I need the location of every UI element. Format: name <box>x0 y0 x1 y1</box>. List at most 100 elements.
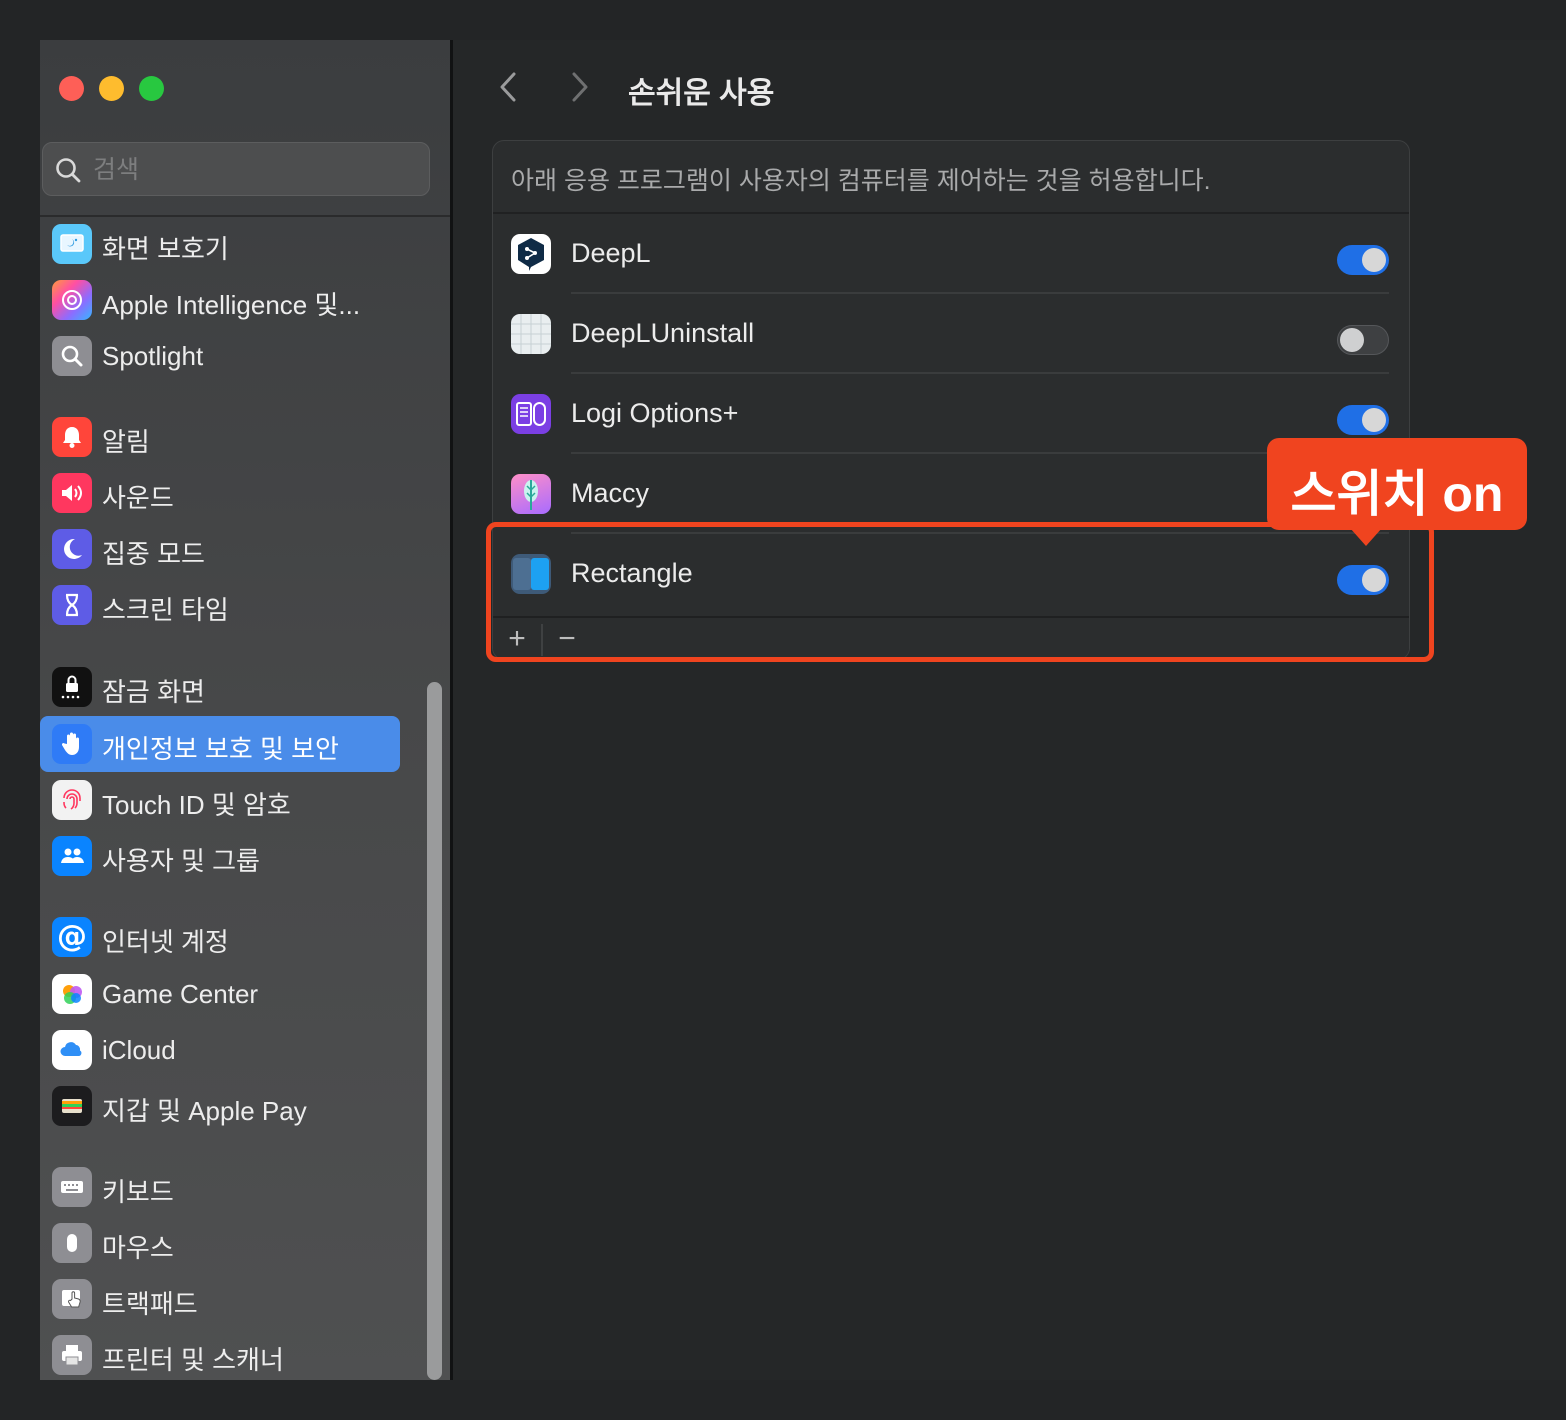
sidebar-item-label: 사운드 <box>102 483 174 513</box>
trackpad-icon <box>52 1279 92 1319</box>
minimize-window-button[interactable] <box>99 76 124 101</box>
sidebar-item-printers-scanners[interactable]: 프린터 및 스캐너 <box>40 1327 400 1380</box>
footer-divider <box>541 624 543 656</box>
toggle-knob <box>1340 328 1364 352</box>
sidebar-item-game-center[interactable]: Game Center <box>40 966 400 1022</box>
rectangle-icon <box>511 554 551 594</box>
logi-options-icon <box>511 394 551 434</box>
toggle-knob <box>1362 408 1386 432</box>
sidebar-item-lock-screen[interactable]: 잠금 화면 <box>40 659 400 715</box>
moon-icon <box>52 529 92 569</box>
toggle-knob <box>1362 248 1386 272</box>
app-name: Rectangle <box>571 558 693 588</box>
close-window-button[interactable] <box>59 76 84 101</box>
search-input[interactable] <box>91 151 415 189</box>
sidebar-item-label: 화면 보호기 <box>102 234 229 264</box>
sidebar-item-label: 스크린 타임 <box>102 595 229 625</box>
rectangle-toggle[interactable] <box>1337 565 1389 595</box>
sidebar-item-sound[interactable]: 사운드 <box>40 465 400 521</box>
chevron-left-icon[interactable] <box>494 70 524 104</box>
sidebar-item-label: Apple Intelligence 및... <box>102 290 361 320</box>
sidebar-item-screen-time[interactable]: 스크린 타임 <box>40 577 400 633</box>
sidebar: 화면 보호기 Apple Intelligence 및... Spotlight… <box>40 40 450 1380</box>
cloud-icon <box>52 1030 92 1070</box>
wallet-icon <box>52 1086 92 1126</box>
sidebar-item-label: 지갑 및 Apple Pay <box>102 1096 307 1126</box>
page-title: 손쉬운 사용 <box>628 77 775 110</box>
sidebar-item-focus[interactable]: 집중 모드 <box>40 521 400 577</box>
sidebar-item-touch-id[interactable]: Touch ID 및 암호 <box>40 772 400 828</box>
sidebar-item-label: Touch ID 및 암호 <box>102 790 291 820</box>
screen-saver-icon <box>52 224 92 264</box>
panel-footer: + − <box>493 616 1409 659</box>
app-name: Logi Options+ <box>571 398 739 428</box>
search-field[interactable] <box>42 142 430 196</box>
bell-icon <box>52 417 92 457</box>
deepl-icon <box>511 234 551 274</box>
spotlight-icon <box>52 336 92 376</box>
sidebar-item-apple-intelligence[interactable]: Apple Intelligence 및... <box>40 272 400 328</box>
hand-icon <box>52 724 92 764</box>
sidebar-item-label: 키보드 <box>102 1177 174 1207</box>
sidebar-item-notifications[interactable]: 알림 <box>40 409 400 465</box>
accessibility-apps-panel: 아래 응용 프로그램이 사용자의 컴퓨터를 제어하는 것을 허용합니다. Dee… <box>492 140 1410 660</box>
sidebar-item-label: 알림 <box>102 427 150 457</box>
panel-description: 아래 응용 프로그램이 사용자의 컴퓨터를 제어하는 것을 허용합니다. <box>511 167 1211 195</box>
sidebar-item-users-groups[interactable]: 사용자 및 그룹 <box>40 828 400 884</box>
callout-text: 스위치 on <box>1290 466 1504 522</box>
sidebar-item-keyboard[interactable]: 키보드 <box>40 1159 400 1215</box>
sidebar-item-label: 트랙패드 <box>102 1289 198 1319</box>
sidebar-item-label: 마우스 <box>102 1233 174 1263</box>
deepl-toggle[interactable] <box>1337 245 1389 275</box>
sidebar-item-privacy-security[interactable]: 개인정보 보호 및 보안 <box>40 716 400 772</box>
sidebar-item-internet-accounts[interactable]: @ 인터넷 계정 <box>40 909 400 965</box>
sidebar-item-label: 인터넷 계정 <box>102 927 229 957</box>
keyboard-icon <box>52 1167 92 1207</box>
game-center-icon <box>52 974 92 1014</box>
users-icon <box>52 836 92 876</box>
sidebar-item-icloud[interactable]: iCloud <box>40 1022 400 1078</box>
app-row-rectangle: Rectangle <box>493 534 1409 614</box>
chevron-right-icon[interactable] <box>564 70 594 104</box>
speaker-icon <box>52 473 92 513</box>
sidebar-item-mouse[interactable]: 마우스 <box>40 1215 400 1271</box>
app-name: Maccy <box>571 478 650 508</box>
sidebar-item-label: 집중 모드 <box>102 539 205 569</box>
sidebar-item-label: 개인정보 보호 및 보안 <box>102 734 339 764</box>
toggle-knob <box>1362 568 1386 592</box>
settings-window: 화면 보호기 Apple Intelligence 및... Spotlight… <box>40 40 1566 1380</box>
add-app-button[interactable]: + <box>499 622 535 658</box>
sidebar-item-wallet[interactable]: 지갑 및 Apple Pay <box>40 1078 400 1134</box>
lock-icon <box>52 667 92 707</box>
app-name: DeepL <box>571 238 651 268</box>
fingerprint-icon <box>52 780 92 820</box>
mouse-icon <box>52 1223 92 1263</box>
deepluninstall-toggle[interactable] <box>1337 325 1389 355</box>
app-name: DeepLUninstall <box>571 318 755 348</box>
app-row-deepl: DeepL <box>493 214 1409 294</box>
sidebar-item-trackpad[interactable]: 트랙패드 <box>40 1271 400 1327</box>
search-icon <box>56 158 81 183</box>
sidebar-scrollbar[interactable] <box>427 682 442 1380</box>
logi-options-toggle[interactable] <box>1337 405 1389 435</box>
callout-pointer <box>1350 528 1382 546</box>
maccy-icon <box>511 474 551 514</box>
apple-intelligence-icon <box>52 280 92 320</box>
printer-icon <box>52 1335 92 1375</box>
sidebar-item-spotlight[interactable]: Spotlight <box>40 328 400 384</box>
sidebar-item-label: 프린터 및 스캐너 <box>102 1345 284 1375</box>
sidebar-item-label: iCloud <box>102 1035 176 1065</box>
annotation-callout: 스위치 on <box>1267 438 1527 530</box>
sidebar-item-label: 잠금 화면 <box>102 677 205 707</box>
sidebar-item-label: Game Center <box>102 979 259 1009</box>
sidebar-split-divider[interactable] <box>450 40 453 1380</box>
deepluninstall-icon <box>511 314 551 354</box>
at-sign-icon: @ <box>52 917 92 957</box>
sidebar-item-screen-saver[interactable]: 화면 보호기 <box>40 216 400 272</box>
app-row-deepluninstall: DeepLUninstall <box>493 294 1409 374</box>
remove-app-button[interactable]: − <box>549 622 585 658</box>
zoom-window-button[interactable] <box>139 76 164 101</box>
hourglass-icon <box>52 585 92 625</box>
sidebar-item-label: 사용자 및 그룹 <box>102 846 260 876</box>
sidebar-item-label: Spotlight <box>102 341 204 371</box>
